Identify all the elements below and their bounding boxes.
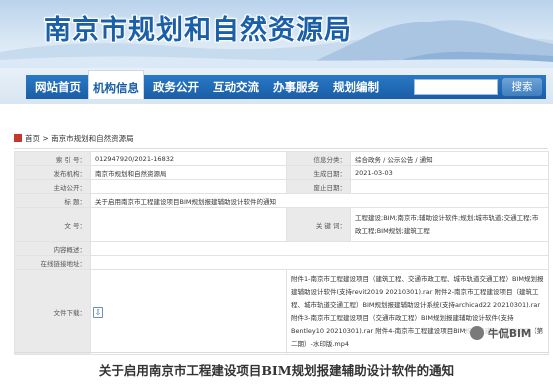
nav-item-interaction[interactable]: 互动交流 <box>208 75 264 99</box>
main-nav: 网站首页 机构信息 政务公开 互动交流 办事服务 规划编制 搜索 <box>0 68 553 104</box>
watermark: 牛侃BIM <box>466 324 536 342</box>
info-category-label: 信息分类： <box>286 151 351 166</box>
publisher-value: 南京市规划和自然资源局 <box>90 165 287 180</box>
article-title: 关于启用南京市工程建设项目BIM规划报建辅助设计软件的通知 <box>98 363 455 378</box>
index-no-label: 索 引 号： <box>14 151 91 166</box>
publisher-label: 发布机构： <box>14 165 91 180</box>
nav-item-planning[interactable]: 规划编制 <box>328 75 384 99</box>
summary-value <box>90 241 549 256</box>
info-category-value: 综合政务 / 公示公告 / 通知 <box>350 151 549 166</box>
attachments-label: 文件下载： <box>14 269 91 355</box>
index-no-value: 012947920/2021-16832 <box>90 151 287 166</box>
doc-no-label: 文 号： <box>14 207 91 242</box>
nav-item-gov-affairs[interactable]: 政务公开 <box>148 75 204 99</box>
date-label: 生成日期： <box>286 165 351 180</box>
doc-no-value <box>90 207 287 242</box>
watermark-text: 牛侃BIM <box>488 327 532 340</box>
watermark-logo-icon <box>470 326 484 340</box>
keywords-label: 关 键 词： <box>286 207 351 242</box>
disclosure-label: 废止日期： <box>286 179 351 194</box>
keywords-value: 工程建设;BIM;南京市;辅助设计软件;规划;城市轨道;交通工程;市政工程;BI… <box>350 207 549 242</box>
site-title[interactable]: 南京市规划和自然资源局 <box>44 8 352 47</box>
validity-value <box>90 255 549 270</box>
nav-bar: 网站首页 机构信息 政务公开 互动交流 办事服务 规划编制 搜索 <box>26 70 546 99</box>
article-divider <box>14 352 548 353</box>
title-label: 标 题： <box>14 193 91 208</box>
title-value: 关于启用南京市工程建设项目BIM规划报建辅助设计软件的通知 <box>90 193 549 208</box>
breadcrumb-separator: > <box>42 134 49 143</box>
site-banner: 南京市规划和自然资源局 <box>0 0 553 68</box>
summary-label: 内容概述： <box>14 241 91 256</box>
date-value: 2021-03-03 <box>350 165 549 180</box>
home-icon <box>14 134 22 142</box>
breadcrumb-divider <box>14 148 548 149</box>
nav-item-org-info[interactable]: 机构信息 <box>88 70 144 99</box>
disclosure-value <box>350 179 549 194</box>
attachment-icon-cell: ⇩ <box>90 269 287 355</box>
subject-value <box>90 179 287 194</box>
breadcrumb-current[interactable]: 南京市规划和自然资源局 <box>51 134 134 143</box>
nav-item-services[interactable]: 办事服务 <box>268 75 324 99</box>
validity-label: 在线链接地址： <box>14 255 91 270</box>
breadcrumb: 首页 > 南京市规划和自然资源局 <box>14 131 134 147</box>
nav-item-home[interactable]: 网站首页 <box>30 75 86 99</box>
search-button[interactable]: 搜索 <box>502 78 542 96</box>
subject-label: 主动公开： <box>14 179 91 194</box>
search-input[interactable] <box>414 79 498 95</box>
download-icon: ⇩ <box>93 306 103 318</box>
breadcrumb-home[interactable]: 首页 <box>25 134 40 143</box>
